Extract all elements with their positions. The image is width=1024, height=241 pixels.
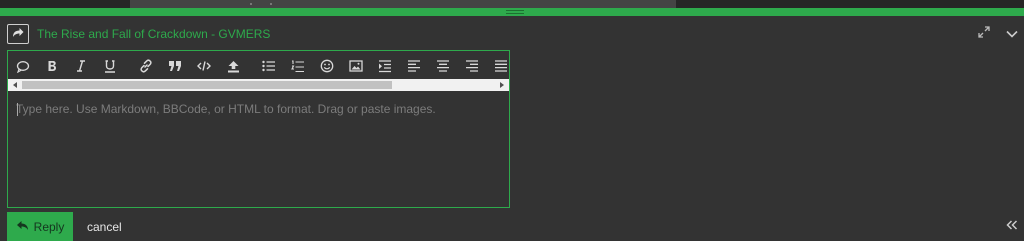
numbered-list-icon	[291, 59, 305, 73]
bullet-list-icon	[262, 60, 276, 72]
align-left-icon	[407, 60, 421, 72]
editor-toolbar	[8, 51, 509, 79]
editor-container	[7, 50, 510, 208]
topic-title-link[interactable]: The Rise and Fall of Crackdown - GVMERS	[37, 27, 270, 41]
underline-icon	[104, 59, 116, 73]
bulleted-list-button[interactable]	[261, 58, 277, 74]
italic-icon	[76, 60, 86, 72]
reply-button[interactable]: Reply	[7, 212, 73, 241]
indent-button[interactable]	[377, 58, 393, 74]
top-strip-dot	[270, 3, 272, 5]
composer-footer: Reply cancel	[0, 212, 1024, 241]
scrollbar-thumb[interactable]	[22, 81, 392, 89]
upload-icon	[227, 60, 240, 73]
indent-icon	[378, 59, 392, 73]
align-right-button[interactable]	[464, 58, 480, 74]
toggle-fullscreen-button[interactable]	[975, 25, 993, 43]
scroll-right-arrow-icon[interactable]	[497, 81, 507, 89]
double-chevron-left-icon	[1006, 217, 1018, 235]
top-strip-dot	[250, 3, 252, 5]
quote-reply-button[interactable]	[15, 58, 31, 74]
composer-resize-bar[interactable]	[0, 8, 1024, 16]
code-icon	[197, 60, 211, 72]
scroll-left-arrow-icon[interactable]	[10, 81, 20, 89]
numbered-list-button[interactable]	[290, 58, 306, 74]
chevron-down-icon	[1006, 25, 1018, 43]
grip-handle-icon	[506, 10, 524, 14]
align-right-icon	[465, 60, 479, 72]
align-center-button[interactable]	[435, 58, 451, 74]
align-center-icon	[436, 60, 450, 72]
link-button[interactable]	[138, 58, 154, 74]
justify-button[interactable]	[493, 58, 509, 74]
hide-preview-button[interactable]	[1005, 220, 1019, 232]
reply-textarea[interactable]	[8, 91, 509, 207]
share-arrow-icon	[12, 25, 24, 43]
speech-bubble-icon	[16, 60, 30, 73]
image-button[interactable]	[348, 58, 364, 74]
code-button[interactable]	[196, 58, 212, 74]
upload-button[interactable]	[225, 58, 241, 74]
quote-icon	[168, 60, 182, 72]
emoji-button[interactable]	[319, 58, 335, 74]
align-left-button[interactable]	[406, 58, 422, 74]
smiley-icon	[320, 59, 334, 73]
bold-icon	[46, 60, 58, 72]
cancel-link[interactable]: cancel	[87, 220, 122, 234]
minimize-composer-button[interactable]	[1003, 25, 1021, 43]
top-strip-segment	[130, 0, 676, 8]
link-icon	[139, 59, 153, 73]
reply-button-label: Reply	[33, 219, 65, 234]
justify-icon	[494, 60, 508, 72]
bold-button[interactable]	[44, 58, 60, 74]
top-strip	[0, 0, 1024, 8]
text-caret	[17, 103, 18, 116]
toolbar-scrollbar[interactable]	[8, 79, 509, 91]
italic-button[interactable]	[73, 58, 89, 74]
blockquote-button[interactable]	[167, 58, 183, 74]
reply-action-button[interactable]	[7, 24, 29, 44]
image-icon	[349, 60, 363, 72]
reply-arrow-icon	[16, 220, 29, 234]
expand-icon	[978, 25, 990, 43]
composer-header: The Rise and Fall of Crackdown - GVMERS	[0, 22, 1024, 46]
underline-button[interactable]	[102, 58, 118, 74]
